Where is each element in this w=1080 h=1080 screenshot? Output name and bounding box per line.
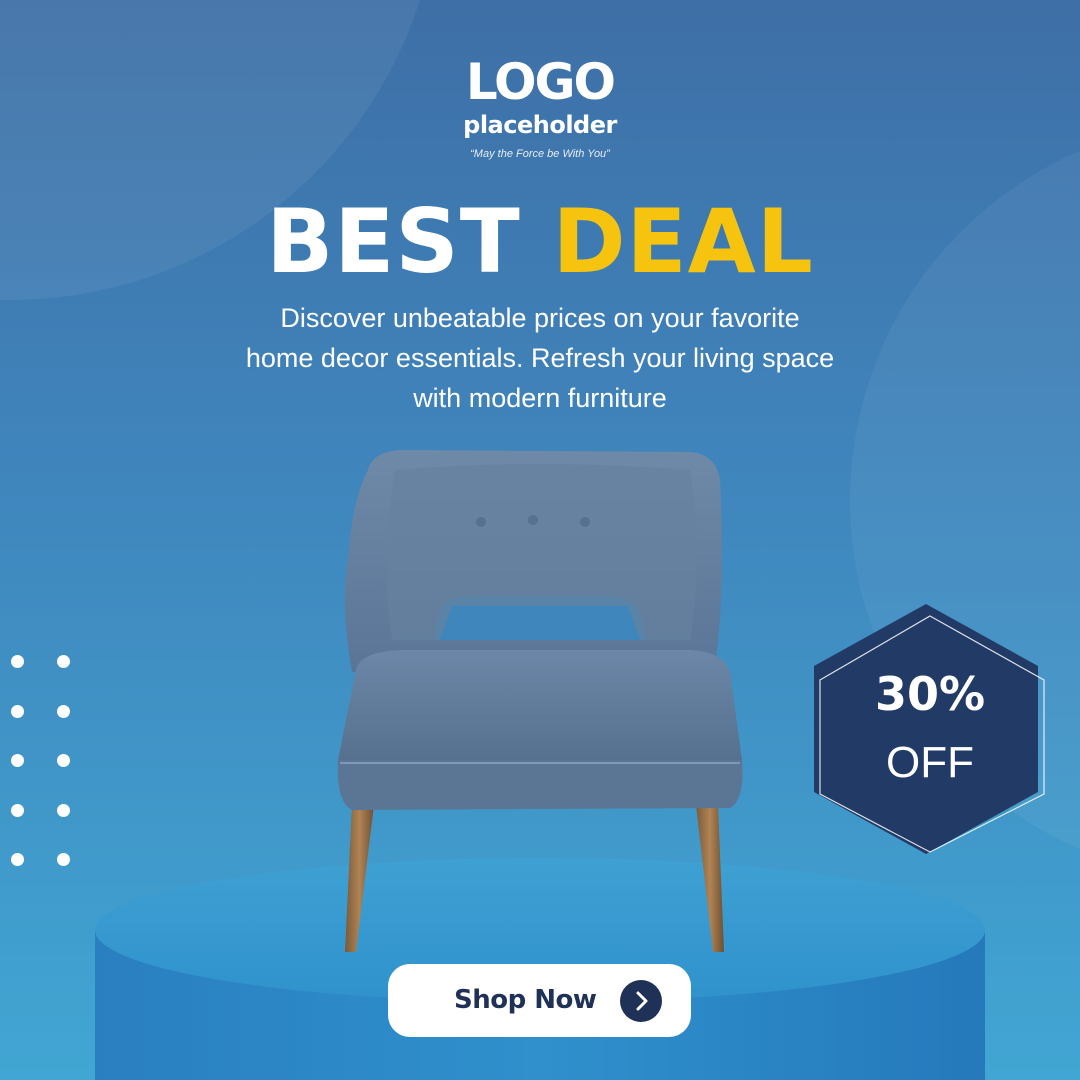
discount-percent: 30% [874,667,986,721]
discount-label: OFF [886,738,974,787]
armchair-image [337,450,743,952]
shop-now-button[interactable]: Shop Now [388,964,691,1037]
shop-now-label: Shop Now [454,985,597,1015]
ad-canvas: LOGO placeholder “May the Force be With … [0,0,1080,1080]
chevron-right-icon [620,980,662,1022]
discount-badge [814,604,1045,854]
